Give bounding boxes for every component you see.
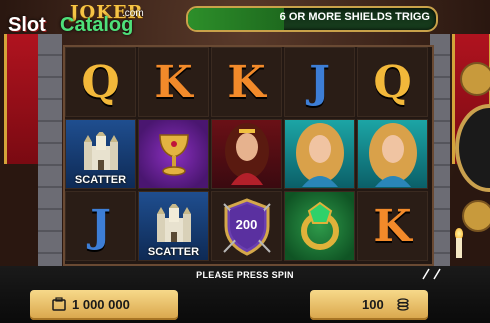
symbol-letter: Q bbox=[373, 56, 412, 108]
game-scene: JOKER Slot Catalog .com 6 OR MORE SHIELD… bbox=[0, 0, 490, 323]
castle-icon bbox=[84, 132, 118, 170]
autoplay-button[interactable] bbox=[462, 200, 490, 232]
logo-com-text: .com bbox=[122, 8, 144, 19]
info-ticker: 6 OR MORE SHIELDS TRIGG bbox=[186, 6, 438, 32]
symbol-letter: J bbox=[309, 56, 330, 108]
reel-symbol: K bbox=[357, 191, 428, 261]
blonde-lady-icon bbox=[368, 123, 417, 187]
scatter-symbol: SCATTER bbox=[138, 191, 209, 261]
settings-tools[interactable] bbox=[420, 268, 448, 283]
wallet-icon bbox=[52, 297, 66, 311]
reel-symbol: K bbox=[138, 47, 209, 117]
status-message: PLEASE PRESS SPIN bbox=[196, 270, 294, 280]
symbol-letter: K bbox=[373, 200, 412, 252]
site-logo: JOKER Slot Catalog .com bbox=[8, 2, 158, 42]
reel-symbol: J bbox=[284, 47, 355, 117]
symbol-letter: K bbox=[154, 56, 193, 108]
symbol-letter: J bbox=[90, 200, 111, 252]
reel-symbol: K bbox=[211, 47, 282, 117]
coins-icon bbox=[397, 298, 409, 311]
ring-symbol bbox=[284, 191, 355, 261]
bet-value: 100 bbox=[362, 297, 384, 312]
shield-symbol: 200 bbox=[211, 191, 282, 261]
reel-grid: Q K K J Q SCATTER J SCATTER 200 K bbox=[63, 45, 434, 266]
tools-icon bbox=[422, 268, 441, 280]
reel-symbol: J bbox=[65, 191, 136, 261]
balance-panel: 1 000 000 bbox=[30, 290, 178, 320]
red-lady-symbol bbox=[211, 119, 282, 189]
goblet-symbol bbox=[138, 119, 209, 189]
scatter-label: SCATTER bbox=[74, 174, 127, 186]
ticker-fill bbox=[188, 8, 284, 30]
logo-slot-text: Slot bbox=[8, 14, 46, 36]
symbol-letter: Q bbox=[81, 56, 120, 108]
shield-value: 200 bbox=[235, 217, 258, 232]
bet-panel[interactable]: 100 bbox=[310, 290, 428, 320]
blonde-lady-symbol bbox=[357, 119, 428, 189]
emerald-ring-icon bbox=[300, 201, 339, 250]
candle bbox=[456, 238, 462, 258]
reel-symbol: Q bbox=[65, 47, 136, 117]
balance-value: 1 000 000 bbox=[72, 297, 130, 312]
red-lady-icon bbox=[224, 123, 269, 185]
castle-icon bbox=[157, 204, 191, 242]
side-menu-button[interactable] bbox=[460, 62, 490, 96]
ticker-text: 6 OR MORE SHIELDS TRIGG bbox=[279, 11, 430, 23]
scatter-symbol: SCATTER bbox=[65, 119, 136, 189]
blonde-lady-symbol bbox=[284, 119, 355, 189]
left-stone-wall bbox=[38, 34, 62, 269]
scatter-label: SCATTER bbox=[147, 246, 200, 258]
symbol-letter: K bbox=[227, 56, 266, 108]
goblet-icon bbox=[158, 134, 189, 176]
reel-symbol: Q bbox=[357, 47, 428, 117]
blonde-lady-icon bbox=[295, 123, 344, 187]
